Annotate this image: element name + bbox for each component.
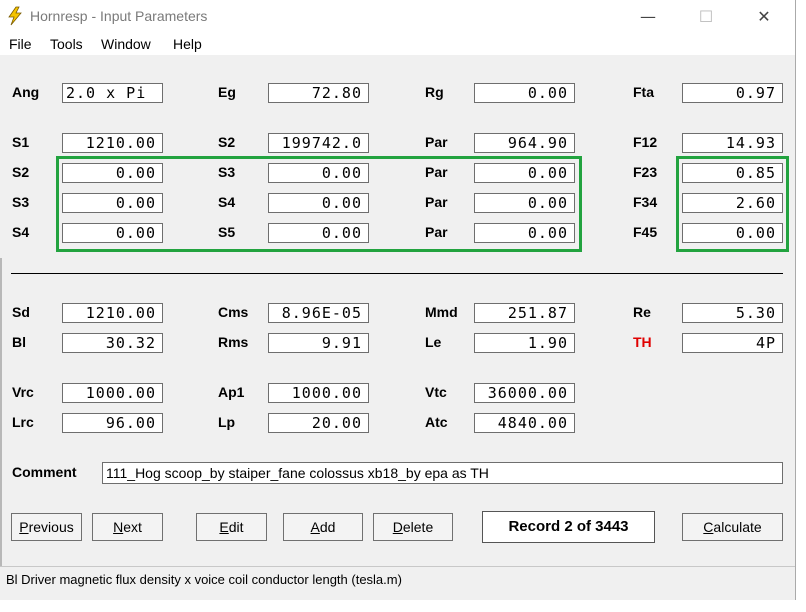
delete-button-accel: D bbox=[392, 519, 403, 535]
previous-button-label: revious bbox=[28, 519, 74, 535]
label-vtc: Vtc bbox=[425, 384, 447, 400]
add-button[interactable]: Add bbox=[283, 513, 363, 541]
label-f45: F45 bbox=[633, 224, 658, 240]
label-rms: Rms bbox=[218, 334, 249, 350]
field-f12[interactable]: 14.93 bbox=[682, 133, 783, 153]
left-edge-line bbox=[0, 258, 2, 588]
field-sd[interactable]: 1210.00 bbox=[62, 303, 163, 323]
field-ap1[interactable]: 1000.00 bbox=[268, 383, 369, 403]
field-lp[interactable]: 20.00 bbox=[268, 413, 369, 433]
menu-file[interactable]: File bbox=[9, 36, 32, 52]
previous-button-accel: P bbox=[19, 519, 29, 535]
label-th[interactable]: TH bbox=[633, 334, 652, 350]
window-title: Hornresp - Input Parameters bbox=[30, 8, 208, 24]
label-cms: Cms bbox=[218, 304, 249, 320]
label-s3: S3 bbox=[12, 194, 30, 210]
field-ang[interactable]: 2.0 x Pi bbox=[62, 83, 163, 103]
field-lrc[interactable]: 96.00 bbox=[62, 413, 163, 433]
edit-button-label: dit bbox=[228, 519, 244, 535]
highlight-box-flare bbox=[676, 156, 789, 252]
minimize-button[interactable]: — bbox=[625, 3, 671, 31]
comment-field[interactable]: 111_Hog scoop_by staiper_fane colossus x… bbox=[102, 462, 783, 484]
field-eg[interactable]: 72.80 bbox=[268, 83, 369, 103]
field-atc[interactable]: 4840.00 bbox=[474, 413, 575, 433]
field-rg[interactable]: 0.00 bbox=[474, 83, 575, 103]
menu-window[interactable]: Window bbox=[101, 36, 151, 52]
record-counter: Record 2 of 3443 bbox=[482, 511, 655, 543]
field-fta[interactable]: 0.97 bbox=[682, 83, 783, 103]
delete-button-label: elete bbox=[402, 519, 434, 535]
status-text: Bl Driver magnetic flux density x voice … bbox=[6, 572, 402, 587]
previous-button[interactable]: Previous bbox=[11, 513, 82, 541]
hornresp-window: Hornresp - Input Parameters — ☐ ✕ File T… bbox=[0, 0, 796, 600]
label-bl: Bl bbox=[12, 334, 26, 350]
add-button-label: dd bbox=[319, 519, 336, 535]
label-ap1: Ap1 bbox=[218, 384, 245, 400]
input-parameters-panel: Ang 2.0 x Pi Eg 72.80 Rg 0.00 Fta 0.97 S… bbox=[0, 55, 795, 588]
label-par-1: Par bbox=[425, 134, 448, 150]
next-button-accel: N bbox=[113, 519, 124, 535]
field-s1[interactable]: 1210.00 bbox=[62, 133, 163, 153]
label-s1: S1 bbox=[12, 134, 30, 150]
label-s2: S2 bbox=[12, 164, 30, 180]
label-ang: Ang bbox=[12, 84, 40, 100]
menu-bar: File Tools Window Help bbox=[0, 33, 795, 55]
label-fta: Fta bbox=[633, 84, 654, 100]
field-le[interactable]: 1.90 bbox=[474, 333, 575, 353]
close-button[interactable]: ✕ bbox=[741, 3, 787, 31]
calculate-button[interactable]: Calculate bbox=[682, 513, 783, 541]
next-button-label: ext bbox=[123, 519, 142, 535]
label-f23: F23 bbox=[633, 164, 658, 180]
label-f12: F12 bbox=[633, 134, 658, 150]
label-lp: Lp bbox=[218, 414, 236, 430]
label-lrc: Lrc bbox=[12, 414, 34, 430]
label-le: Le bbox=[425, 334, 442, 350]
status-bar: Bl Driver magnetic flux density x voice … bbox=[0, 566, 795, 595]
field-th[interactable]: 4P bbox=[682, 333, 783, 353]
delete-button[interactable]: Delete bbox=[373, 513, 453, 541]
field-rms[interactable]: 9.91 bbox=[268, 333, 369, 353]
edit-button-accel: E bbox=[219, 519, 229, 535]
label-vrc: Vrc bbox=[12, 384, 34, 400]
label-re: Re bbox=[633, 304, 651, 320]
section-divider bbox=[11, 273, 783, 274]
label-comment: Comment bbox=[12, 464, 77, 480]
menu-tools[interactable]: Tools bbox=[50, 36, 83, 52]
field-s2-row1[interactable]: 199742.0 bbox=[268, 133, 369, 153]
label-mmd: Mmd bbox=[425, 304, 458, 320]
calculate-button-accel: C bbox=[703, 519, 714, 535]
lightning-bolt-icon bbox=[8, 6, 22, 26]
field-vtc[interactable]: 36000.00 bbox=[474, 383, 575, 403]
field-par-1[interactable]: 964.90 bbox=[474, 133, 575, 153]
label-f34: F34 bbox=[633, 194, 658, 210]
highlight-box-segments bbox=[56, 156, 582, 252]
label-s2-row1: S2 bbox=[218, 134, 236, 150]
label-eg: Eg bbox=[218, 84, 236, 100]
title-bar[interactable]: Hornresp - Input Parameters — ☐ ✕ bbox=[0, 0, 795, 33]
next-button[interactable]: Next bbox=[92, 513, 163, 541]
calculate-button-label: alculate bbox=[713, 519, 762, 535]
field-re[interactable]: 5.30 bbox=[682, 303, 783, 323]
add-button-accel: A bbox=[310, 519, 320, 535]
label-atc: Atc bbox=[425, 414, 448, 430]
edit-button[interactable]: Edit bbox=[196, 513, 267, 541]
label-sd: Sd bbox=[12, 304, 30, 320]
field-vrc[interactable]: 1000.00 bbox=[62, 383, 163, 403]
field-cms[interactable]: 8.96E-05 bbox=[268, 303, 369, 323]
field-mmd[interactable]: 251.87 bbox=[474, 303, 575, 323]
label-rg: Rg bbox=[425, 84, 444, 100]
label-s4: S4 bbox=[12, 224, 30, 240]
menu-help[interactable]: Help bbox=[173, 36, 202, 52]
maximize-button[interactable]: ☐ bbox=[683, 3, 729, 31]
field-bl[interactable]: 30.32 bbox=[62, 333, 163, 353]
